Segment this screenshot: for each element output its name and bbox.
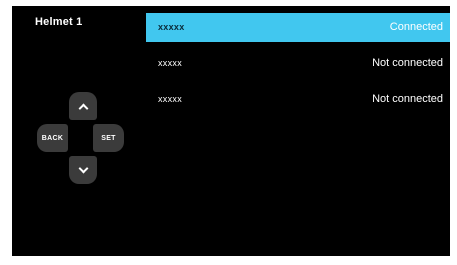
device-name: xxxxx [158,22,185,32]
down-button[interactable] [69,156,97,184]
chevron-up-icon [78,103,88,113]
chevron-down-icon [78,163,88,174]
device-row[interactable]: xxxxx Not connected [146,49,450,78]
up-button[interactable] [69,92,97,120]
device-status: Connected [389,21,443,33]
device-list: xxxxx Connected xxxxx Not connected xxxx… [146,13,450,121]
device-name: xxxxx [158,58,182,68]
device-status: Not connected [372,93,443,105]
set-button[interactable]: SET [93,124,124,152]
device-row-selected[interactable]: xxxxx Connected [146,13,450,42]
device-name: xxxxx [158,94,182,104]
device-status: Not connected [372,57,443,69]
device-row[interactable]: xxxxx Not connected [146,85,450,114]
device-screen: Helmet 1 BACK SET xxxxx Connected xxxxx … [12,6,450,256]
navigation-pad: BACK SET [12,6,142,256]
back-button[interactable]: BACK [37,124,68,152]
